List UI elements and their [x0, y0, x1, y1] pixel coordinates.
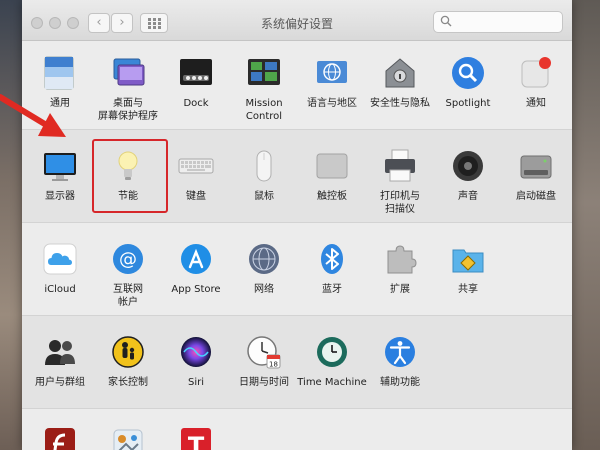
pref-label: 蓝牙 [322, 284, 342, 295]
pref-notifications[interactable]: 通知 [501, 55, 571, 110]
calendar-day: 18 [269, 361, 278, 369]
bluetooth-icon [314, 241, 350, 277]
search-input[interactable] [454, 14, 562, 32]
keyboard-icon [178, 148, 214, 184]
pref-label: 日期与时间 [239, 377, 289, 388]
pref-flash-player[interactable] [25, 426, 95, 450]
pref-label: 鼠标 [254, 191, 274, 202]
pref-label: 用户与群组 [35, 377, 85, 388]
pref-label: Mission Control [245, 98, 283, 122]
pref-desktop-screensaver[interactable]: 桌面与 屏幕保护程序 [93, 55, 163, 123]
pref-label: 扩展 [390, 284, 410, 295]
pref-label: 触控板 [317, 191, 347, 202]
pref-label: 语言与地区 [307, 98, 357, 109]
pref-users-groups[interactable]: 用户与群组 [25, 334, 95, 389]
network-icon [246, 241, 282, 277]
pref-label: 显示器 [45, 191, 75, 202]
title-bar[interactable]: ‹ › 系统偏好设置 [22, 0, 572, 41]
pref-extensions[interactable]: 扩展 [365, 241, 435, 296]
pref-mission-control[interactable]: Mission Control [229, 55, 299, 123]
pref-time-machine[interactable]: Time Machine [297, 334, 367, 389]
pref-label: 通知 [526, 98, 546, 109]
pref-label: 家长控制 [108, 377, 148, 388]
siri-icon [178, 334, 214, 370]
search-field[interactable] [433, 11, 563, 33]
pref-app-store[interactable]: App Store [161, 241, 231, 296]
startup-disk-icon [518, 148, 554, 184]
pref-startup-disk[interactable]: 启动磁盘 [501, 148, 571, 203]
pref-security-privacy[interactable]: 安全性与隐私 [365, 55, 435, 110]
pref-label: 共享 [458, 284, 478, 295]
users-groups-icon [42, 334, 78, 370]
security-privacy-icon [382, 55, 418, 91]
pref-third-party[interactable] [93, 426, 163, 450]
pref-bluetooth[interactable]: 蓝牙 [297, 241, 367, 296]
trackpad-icon [314, 148, 350, 184]
pref-tuxera[interactable]: T [161, 426, 231, 450]
date-time-icon: 18 [246, 334, 282, 370]
pref-icloud[interactable]: iCloud [25, 241, 95, 296]
parental-controls-icon [110, 334, 146, 370]
pref-label: Spotlight [445, 98, 491, 109]
pref-trackpad[interactable]: 触控板 [297, 148, 367, 203]
spotlight-icon [450, 55, 486, 91]
pref-siri[interactable]: Siri [161, 334, 231, 389]
annotation-arrow-icon [0, 94, 66, 137]
pref-network[interactable]: 网络 [229, 241, 299, 296]
time-machine-icon [314, 334, 350, 370]
pref-printers-scanners[interactable]: 打印机与 扫描仪 [365, 148, 435, 216]
pref-language-region[interactable]: 语言与地区 [297, 55, 367, 110]
system-preferences-window: ‹ › 系统偏好设置 通用 桌面与 屏幕保护程序 Dock Mission Co… [22, 0, 572, 450]
pref-internet-accounts[interactable]: @ 互联网 帐户 [93, 241, 163, 309]
app-store-icon [178, 241, 214, 277]
search-icon [440, 15, 452, 27]
pref-keyboard[interactable]: 键盘 [161, 148, 231, 203]
pref-sound[interactable]: 声音 [433, 148, 503, 203]
pref-accessibility[interactable]: 辅助功能 [365, 334, 435, 389]
pref-label: App Store [171, 284, 221, 295]
third-party-pane-icon [110, 426, 146, 450]
pref-spotlight[interactable]: Spotlight [433, 55, 503, 110]
pref-label: Time Machine [297, 377, 367, 388]
desktop-screensaver-icon [110, 55, 146, 91]
pref-mouse[interactable]: 鼠标 [229, 148, 299, 203]
pref-date-time[interactable]: 18 日期与时间 [229, 334, 299, 389]
tuxera-glyph: T [188, 432, 205, 450]
svg-text:@: @ [119, 249, 137, 270]
pref-label: iCloud [44, 284, 76, 295]
pref-label: 键盘 [186, 191, 206, 202]
pref-label: 互联网 帐户 [113, 284, 143, 308]
pref-label: 网络 [254, 284, 274, 295]
pref-label: 启动磁盘 [516, 191, 556, 202]
sound-icon [450, 148, 486, 184]
dock-icon [178, 55, 214, 91]
pref-parental-controls[interactable]: 家长控制 [93, 334, 163, 389]
pref-label: 桌面与 屏幕保护程序 [98, 98, 158, 122]
language-region-icon [314, 55, 350, 91]
pref-sharing[interactable]: 共享 [433, 241, 503, 296]
accessibility-icon [382, 334, 418, 370]
printers-scanners-icon [382, 148, 418, 184]
energy-saver-highlight-box [92, 139, 168, 213]
pref-label: Dock [183, 98, 209, 109]
desktop-background-right [572, 0, 600, 450]
pref-label: 打印机与 扫描仪 [380, 191, 420, 215]
pref-label: Siri [187, 377, 204, 388]
pref-dock[interactable]: Dock [161, 55, 231, 110]
sharing-icon [450, 241, 486, 277]
extensions-icon [382, 241, 418, 277]
notifications-icon [518, 55, 554, 91]
pref-label: 辅助功能 [380, 377, 420, 388]
mouse-icon [246, 148, 282, 184]
flash-player-icon [42, 426, 78, 450]
icloud-icon [42, 241, 78, 277]
pref-label: 安全性与隐私 [370, 98, 430, 109]
tuxera-icon: T [178, 426, 214, 450]
internet-accounts-icon: @ [110, 241, 146, 277]
mission-control-icon [246, 55, 282, 91]
pref-label: 声音 [458, 191, 478, 202]
